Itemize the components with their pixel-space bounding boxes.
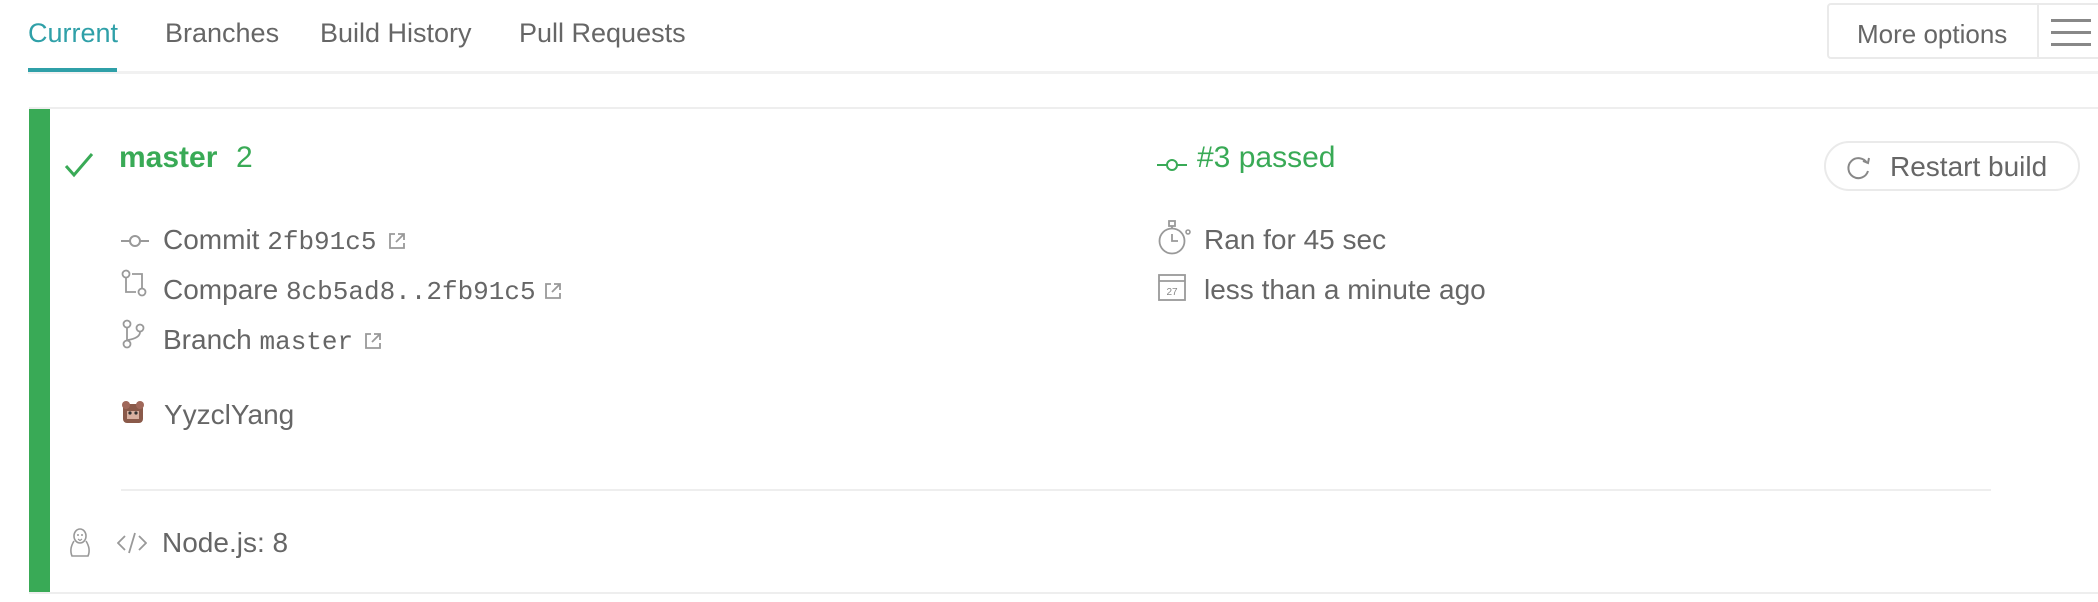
branch-link[interactable]: Branch master <box>163 324 353 357</box>
tab-branches[interactable]: Branches <box>165 18 279 49</box>
more-options-divider <box>2037 5 2039 59</box>
calendar-icon: 27 <box>1158 274 1186 301</box>
card-divider <box>121 489 1991 491</box>
avatar <box>122 401 144 423</box>
job-language: Node.js: 8 <box>162 527 289 558</box>
branch-label: Branch <box>163 324 252 355</box>
compare-range: 8cb5ad8..2fb91c5 <box>285 277 536 307</box>
commit-icon <box>1157 159 1187 171</box>
active-tab-indicator <box>28 68 117 72</box>
tab-current[interactable]: Current <box>28 18 118 49</box>
check-icon <box>64 153 94 178</box>
restart-build-button[interactable]: Restart build <box>1824 141 2080 191</box>
tab-build-history[interactable]: Build History <box>320 18 472 49</box>
stopwatch-icon <box>1158 220 1191 255</box>
branch-icon <box>122 319 145 349</box>
build-finished-time: less than a minute ago <box>1204 274 1486 305</box>
compare-label: Compare <box>163 274 279 305</box>
status-bar <box>29 109 50 592</box>
compare-icon <box>121 269 147 297</box>
hamburger-icon[interactable] <box>2051 19 2091 47</box>
external-link-icon[interactable] <box>363 331 383 351</box>
linux-icon <box>70 528 90 557</box>
build-card: master 2 #3 passed Restart build Commit … <box>29 107 2098 594</box>
calendar-day: 27 <box>1166 287 1178 298</box>
commit-label: Commit <box>163 224 260 255</box>
external-link-icon[interactable] <box>543 281 563 301</box>
branch-name-link[interactable]: master <box>119 141 217 175</box>
build-state-link[interactable]: #3 passed <box>1197 141 1335 175</box>
code-icon <box>117 532 147 554</box>
tab-pull-requests[interactable]: Pull Requests <box>519 18 686 49</box>
external-link-icon[interactable] <box>387 231 407 251</box>
build-tabs: Current Branches Build History Pull Requ… <box>28 0 2098 74</box>
more-options-label: More options <box>1857 19 2008 49</box>
more-options-button[interactable]: More options <box>1827 3 2098 59</box>
compare-link[interactable]: Compare 8cb5ad8..2fb91c5 <box>163 274 536 307</box>
branch-build-count: 2 <box>236 141 253 174</box>
branch-value: master <box>259 327 354 357</box>
build-duration: Ran for 45 sec <box>1204 224 1387 255</box>
author-name[interactable]: YyzclYang <box>164 399 294 431</box>
restart-icon <box>1847 157 1870 180</box>
restart-build-label: Restart build <box>1890 151 2048 182</box>
commit-link[interactable]: Commit 2fb91c5 <box>163 224 376 257</box>
commit-icon <box>121 235 149 247</box>
commit-hash: 2fb91c5 <box>267 227 377 257</box>
